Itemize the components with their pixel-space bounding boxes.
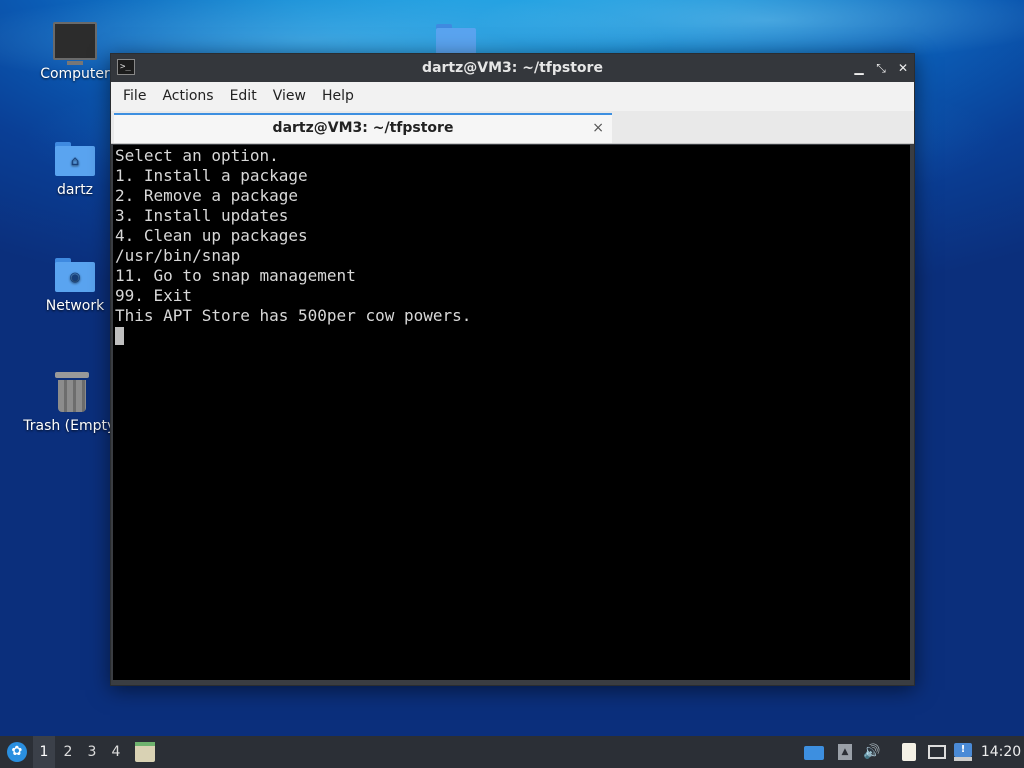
desktop-icon-label: Computer: [40, 66, 110, 82]
network-icon[interactable]: [926, 736, 948, 768]
workspace-1[interactable]: 1: [33, 736, 55, 768]
terminal-output[interactable]: Select an option. 1. Install a package 2…: [113, 145, 910, 680]
menu-edit[interactable]: Edit: [222, 82, 265, 111]
menu-file[interactable]: File: [115, 82, 154, 111]
folder-icon[interactable]: [436, 24, 476, 54]
minimize-button[interactable]: ▁: [849, 58, 869, 78]
home-folder-icon: ⌂: [55, 142, 95, 176]
desktop-icon-label: Trash (Empty): [23, 418, 121, 434]
desktop-icon-label: dartz: [56, 182, 94, 198]
clipboard-icon[interactable]: [900, 736, 920, 768]
tray-eject-icon[interactable]: ▲: [836, 736, 852, 768]
terminal-line: 1. Install a package: [115, 166, 308, 185]
workspace-2[interactable]: 2: [57, 736, 79, 768]
workspace-4[interactable]: 4: [105, 736, 127, 768]
terminal-line: Select an option.: [115, 146, 279, 165]
desktop-icon-trash[interactable]: Trash (Empty): [22, 372, 122, 434]
terminal-line: /usr/bin/snap: [115, 246, 241, 265]
terminal-window-icon: [135, 742, 155, 762]
tab-bar: dartz@VM3: ~/tfpstore ×: [111, 111, 914, 144]
desktop-icon-label: Network: [45, 298, 105, 314]
tray-file-manager-icon[interactable]: [804, 736, 826, 768]
trash-icon: [55, 372, 89, 412]
network-folder-icon: ◉: [55, 258, 95, 292]
computer-icon: [53, 22, 97, 65]
volume-icon[interactable]: 🔊: [862, 736, 882, 768]
menu-bar: File Actions Edit View Help: [111, 82, 914, 111]
terminal-cursor: [115, 327, 124, 345]
window-title: dartz@VM3: ~/tfpstore: [422, 60, 603, 76]
update-notifier-icon[interactable]: !: [952, 736, 974, 768]
desktop-icon-home-folder[interactable]: ⌂ dartz: [30, 142, 120, 198]
clock[interactable]: 14:20: [978, 736, 1024, 768]
tab-terminal[interactable]: dartz@VM3: ~/tfpstore ×: [114, 113, 612, 143]
menu-actions[interactable]: Actions: [154, 82, 221, 111]
window-titlebar[interactable]: >_ dartz@VM3: ~/tfpstore ▁ ⤡ ✕: [111, 54, 914, 82]
terminal-line: 4. Clean up packages: [115, 226, 308, 245]
terminal-line: 2. Remove a package: [115, 186, 299, 205]
terminal-line: 11. Go to snap management: [115, 266, 356, 285]
terminal-window: >_ dartz@VM3: ~/tfpstore ▁ ⤡ ✕ File Acti…: [110, 53, 915, 686]
desktop-icon-computer[interactable]: Computer: [30, 22, 120, 82]
terminal-line: 3. Install updates: [115, 206, 289, 225]
menu-help[interactable]: Help: [314, 82, 362, 111]
terminal-line: 99. Exit: [115, 286, 193, 305]
tab-title: dartz@VM3: ~/tfpstore: [272, 120, 454, 136]
taskbar: ✿ 1 2 3 4 ▲ 🔊 ! 14:20: [0, 736, 1024, 768]
taskbar-app-terminal[interactable]: [132, 736, 158, 768]
distro-logo-icon: ✿: [7, 742, 27, 762]
maximize-button[interactable]: ⤡: [871, 58, 891, 78]
close-button[interactable]: ✕: [893, 58, 913, 78]
workspace-3[interactable]: 3: [81, 736, 103, 768]
application-menu-button[interactable]: ✿: [4, 736, 28, 768]
desktop-icon-network[interactable]: ◉ Network: [30, 258, 120, 314]
tab-close-icon[interactable]: ×: [592, 118, 604, 138]
menu-view[interactable]: View: [265, 82, 314, 111]
terminal-line: This APT Store has 500per cow powers.: [115, 306, 472, 325]
